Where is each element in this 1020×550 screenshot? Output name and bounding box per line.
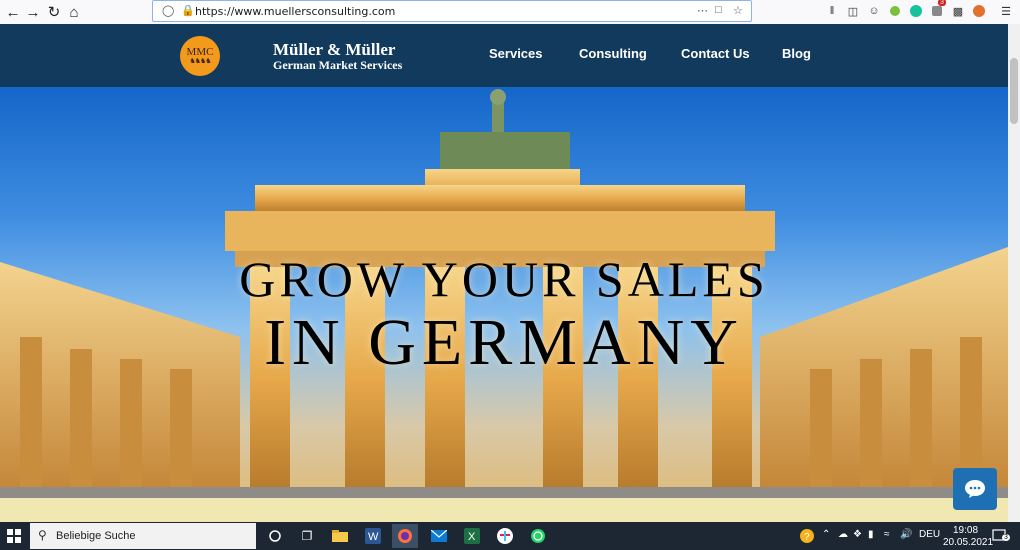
slack-icon[interactable] xyxy=(492,524,518,548)
svg-text:X: X xyxy=(468,531,476,543)
nav-services[interactable]: Services xyxy=(489,46,543,61)
firefox-icon[interactable] xyxy=(392,524,418,548)
logo[interactable]: MMC ♞♞♞♞ xyxy=(180,36,220,76)
windows-start-icon[interactable] xyxy=(0,522,28,550)
url-text[interactable]: https://www.muellersconsulting.com xyxy=(195,5,395,18)
svg-text:W: W xyxy=(368,531,379,543)
pocket-icon[interactable]: □ xyxy=(715,4,722,16)
notification-count: 3 xyxy=(1002,534,1010,541)
chat-button[interactable] xyxy=(953,468,997,510)
battery-icon[interactable]: ▮ xyxy=(868,529,874,540)
nav-blog[interactable]: Blog xyxy=(782,46,811,61)
back-icon[interactable]: ← xyxy=(3,2,23,22)
cortana-icon[interactable] xyxy=(262,524,288,548)
camera-icon[interactable]: ▩ xyxy=(951,4,965,18)
grammarly-icon[interactable] xyxy=(909,4,923,18)
tray-chevron-icon[interactable]: ⌃ xyxy=(822,529,830,540)
onedrive-icon[interactable]: ☁ xyxy=(838,529,848,540)
taskbar-search[interactable]: ⚲ Beliebige Suche xyxy=(30,523,256,549)
extension-color-icon[interactable] xyxy=(888,4,902,18)
excel-icon[interactable]: X xyxy=(459,524,485,548)
tray-app-icon[interactable]: ❖ xyxy=(853,529,862,540)
page-scrollbar[interactable] xyxy=(1008,24,1020,522)
chat-bubble-icon xyxy=(965,480,985,498)
home-icon[interactable]: ⌂ xyxy=(64,2,84,22)
bookmark-star-icon[interactable]: ☆ xyxy=(733,4,743,17)
brand-subtitle[interactable]: German Market Services xyxy=(273,58,402,73)
mail-icon[interactable] xyxy=(426,524,452,548)
taskbar-search-placeholder[interactable]: Beliebige Suche xyxy=(56,530,136,542)
browser-toolbar: ← → ↻ ⌂ ◯ 🔒 https://www.muellersconsulti… xyxy=(0,0,1020,25)
whatsapp-icon[interactable] xyxy=(525,524,551,548)
file-explorer-icon[interactable] xyxy=(327,524,353,548)
help-icon[interactable]: ? xyxy=(797,524,817,548)
svg-text:?: ? xyxy=(804,532,810,543)
notification-center-icon[interactable]: 3 xyxy=(990,524,1010,548)
input-language[interactable]: DEU xyxy=(919,529,940,540)
nav-consulting[interactable]: Consulting xyxy=(579,46,647,61)
library-icon[interactable]: ‖ xyxy=(825,4,839,18)
clock-date[interactable]: 20.05.2021 xyxy=(943,537,993,548)
hero-headline-1: GROW YOUR SALES xyxy=(239,251,769,307)
forward-icon[interactable]: → xyxy=(23,2,43,22)
extension-badge-count: 3 xyxy=(938,0,946,6)
menu-icon[interactable]: ☰ xyxy=(999,4,1013,18)
hero-banner: GROW YOUR SALES IN GERMANY xyxy=(0,87,1008,522)
brand-name[interactable]: Müller & Müller xyxy=(273,40,395,60)
shield-icon[interactable]: ◯ xyxy=(162,4,174,17)
nav-contact-us[interactable]: Contact Us xyxy=(681,46,750,61)
extension-badge-icon[interactable]: 3 xyxy=(930,0,946,18)
lock-icon[interactable]: 🔒 xyxy=(181,4,195,17)
address-bar[interactable]: ◯ 🔒 https://www.muellersconsulting.com ⋯… xyxy=(152,0,752,22)
task-view-icon[interactable]: ❐ xyxy=(294,524,320,548)
search-icon: ⚲ xyxy=(38,528,47,542)
windows-taskbar: ⚲ Beliebige Suche ❐ W X ? ⌃ ☁ ❖ ▮ ≈ 🔊 DE… xyxy=(0,522,1020,550)
word-icon[interactable]: W xyxy=(360,524,386,548)
profile-avatar-icon[interactable] xyxy=(972,4,986,18)
sidebar-icon[interactable]: ◫ xyxy=(846,4,860,18)
volume-icon[interactable]: 🔊 xyxy=(900,529,912,540)
hero-bottom-strip xyxy=(0,498,1008,522)
horses-icon: ♞♞♞♞ xyxy=(189,57,211,65)
more-actions-icon[interactable]: ⋯ xyxy=(697,4,708,17)
wifi-icon[interactable]: ≈ xyxy=(884,529,890,540)
account-icon[interactable]: ☺ xyxy=(867,4,881,18)
reload-icon[interactable]: ↻ xyxy=(44,2,64,22)
hero-headline-2: IN GERMANY xyxy=(264,306,744,379)
logo-text: MMC xyxy=(186,45,214,58)
clock-time[interactable]: 19:08 xyxy=(953,525,978,536)
scrollbar-thumb[interactable] xyxy=(1010,58,1018,124)
